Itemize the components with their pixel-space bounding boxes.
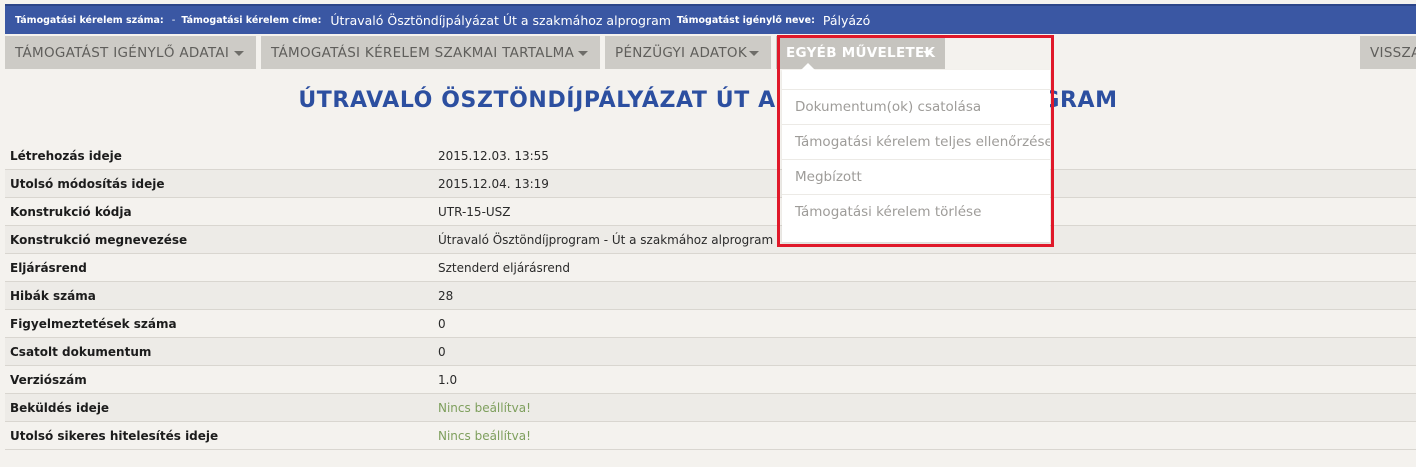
tab-label: EGYÉB MŰVELETEK [786, 44, 936, 61]
row-label: Eljárásrend [10, 260, 87, 275]
row-label: Beküldés ideje [10, 400, 110, 415]
table-row: Csatolt dokumentum 0 [5, 338, 1416, 366]
chevron-down-icon [749, 51, 759, 56]
table-row: Konstrukció megnevezése Útravaló Ösztönd… [5, 226, 1416, 254]
table-row: Verziószám 1.0 [5, 366, 1416, 394]
row-label: Csatolt dokumentum [10, 344, 152, 359]
table-row: Utolsó sikeres hitelesítés ideje Nincs b… [5, 422, 1416, 450]
row-value: UTR-15-USZ [438, 204, 511, 219]
menu-item-delegate[interactable]: Megbízott [782, 159, 1050, 194]
chevron-down-icon [923, 51, 933, 56]
application-number-label: Támogatási kérelem száma: [15, 14, 164, 26]
applicant-name-value: Pályázó [822, 12, 871, 28]
application-title-value: Útravaló Ösztöndíjpályázat Út a szakmáho… [330, 12, 671, 28]
main-navigation: TÁMOGATÁST IGÉNYLŐ ADATAI TÁMOGATÁSI KÉR… [5, 36, 1416, 69]
application-details-table: Létrehozás ideje 2015.12.03. 13:55 Utols… [5, 142, 1416, 450]
row-label: Konstrukció megnevezése [10, 232, 188, 247]
tab-label: TÁMOGATÁSI KÉRELEM SZAKMAI TARTALMA [271, 44, 575, 61]
tab-financial-data[interactable]: PÉNZÜGYI ADATOK [605, 36, 771, 69]
table-row: Eljárásrend Sztenderd eljárásrend [5, 254, 1416, 282]
table-row: Utolsó módosítás ideje 2015.12.04. 13:19 [5, 170, 1416, 198]
table-row: Létrehozás ideje 2015.12.03. 13:55 [5, 142, 1416, 170]
row-label: Konstrukció kódja [10, 204, 132, 219]
row-value: 2015.12.03. 13:55 [438, 148, 549, 163]
row-value: 28 [438, 288, 454, 303]
table-row: Hibák száma 28 [5, 282, 1416, 310]
table-row: Konstrukció kódja UTR-15-USZ [5, 198, 1416, 226]
dropdown-pointer [801, 63, 815, 70]
row-value: 0 [438, 316, 446, 331]
application-number-value: - [171, 14, 176, 26]
row-label: Utolsó módosítás ideje [10, 176, 165, 191]
applicant-name-label: Támogatást igénylő neve: [676, 14, 815, 26]
row-label: Hibák száma [10, 288, 96, 303]
row-value: Nincs beállítva! [438, 400, 531, 415]
chevron-down-icon [578, 51, 588, 56]
row-value: Nincs beállítva! [438, 428, 531, 443]
tab-label: VISSZA [1370, 44, 1416, 61]
tab-professional-content[interactable]: TÁMOGATÁSI KÉRELEM SZAKMAI TARTALMA [261, 36, 600, 69]
row-value: 2015.12.04. 13:19 [438, 176, 549, 191]
row-value: 0 [438, 344, 446, 359]
menu-item-delete-application[interactable]: Támogatási kérelem törlése [782, 194, 1050, 229]
table-row: Beküldés ideje Nincs beállítva! [5, 394, 1416, 422]
application-info-bar: Támogatási kérelem száma: - Támogatási k… [5, 4, 1416, 34]
row-value: 1.0 [438, 372, 458, 387]
tab-label: PÉNZÜGYI ADATOK [615, 44, 748, 61]
row-value: Sztenderd eljárásrend [438, 260, 570, 275]
row-label: Létrehozás ideje [10, 148, 122, 163]
tab-applicant-data[interactable]: TÁMOGATÁST IGÉNYLŐ ADATAI [5, 36, 256, 69]
table-row: Figyelmeztetések száma 0 [5, 310, 1416, 338]
other-actions-dropdown: Dokumentum(ok) csatolása Támogatási kére… [782, 70, 1050, 242]
application-title-label: Támogatási kérelem címe: [181, 14, 322, 26]
menu-item-full-check[interactable]: Támogatási kérelem teljes ellenőrzése [782, 124, 1050, 159]
menu-item-attach-documents[interactable]: Dokumentum(ok) csatolása [782, 89, 1050, 124]
row-label: Utolsó sikeres hitelesítés ideje [10, 428, 219, 443]
page-title: ÚTRAVALÓ ÖSZTÖNDÍJPÁLYÁZAT ÚT A SZAKMÁHO… [298, 88, 1118, 113]
tab-back[interactable]: VISSZA [1360, 36, 1416, 69]
row-label: Figyelmeztetések száma [10, 316, 177, 331]
tab-label: TÁMOGATÁST IGÉNYLŐ ADATAI [15, 44, 230, 61]
row-label: Verziószám [10, 372, 87, 387]
chevron-down-icon [234, 51, 244, 56]
row-value: Útravaló Ösztöndíjprogram - Út a szakmáh… [438, 232, 774, 247]
